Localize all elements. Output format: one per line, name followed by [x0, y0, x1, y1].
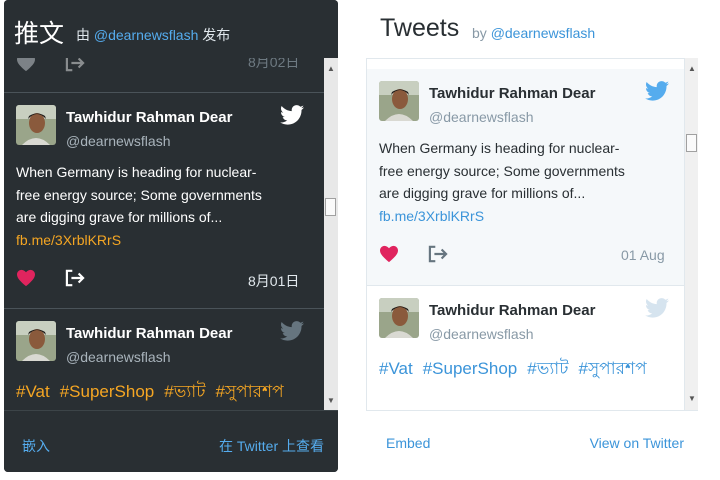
widget-title: Tweets — [380, 14, 460, 42]
tweet-card[interactable]: Tawhidur Rahman Dear @dearnewsflash When… — [367, 69, 684, 285]
tweet-link[interactable]: fb.me/3XrblKRrS — [16, 232, 121, 248]
widget-footer: 嵌入 在 Twitter 上查看 — [4, 410, 338, 472]
tweet-timeline[interactable]: 8月02日 Tawhidur Rahman Dear @dearnewsflas… — [4, 58, 324, 410]
scroll-down-arrow[interactable]: ▼ — [685, 392, 699, 406]
hashtag-link[interactable]: #ভ্যাট — [527, 359, 568, 378]
widget-byline: by @dearnewsflash — [472, 25, 595, 41]
tweet-partial[interactable]: 8月02日 — [4, 58, 324, 92]
hashtag-link[interactable]: #SuperShop — [60, 382, 155, 401]
tweet-date[interactable]: 8月01日 — [248, 271, 299, 291]
widget-title: 推文 — [14, 20, 65, 48]
tweet-text: When Germany is heading for nuclear-free… — [16, 161, 278, 251]
scroll-up-arrow[interactable]: ▲ — [324, 62, 338, 76]
byline-handle-link[interactable]: @dearnewsflash — [94, 27, 199, 43]
tweet-card[interactable]: Tawhidur Rahman Dear @dearnewsflash #Vat… — [367, 285, 684, 410]
heart-icon[interactable] — [16, 58, 36, 72]
author-name[interactable]: Tawhidur Rahman Dear — [429, 302, 595, 319]
twitter-bird-icon[interactable] — [645, 81, 669, 101]
avatar[interactable] — [379, 81, 419, 121]
tweet-hashtags: #Vat #SuperShop #ভ্যাট #সুপারশপ — [16, 379, 294, 407]
scroll-thumb[interactable] — [686, 134, 697, 152]
view-on-twitter-link[interactable]: 在 Twitter 上查看 — [219, 436, 324, 456]
share-icon[interactable] — [64, 269, 86, 287]
embed-link[interactable]: 嵌入 — [22, 436, 50, 456]
twitter-bird-icon[interactable] — [645, 298, 669, 318]
embed-link[interactable]: Embed — [386, 435, 430, 451]
hashtag-link[interactable]: #সুপারশপ — [216, 382, 284, 401]
light-timeline-widget: Tweets by @dearnewsflash Tawhidur Rahman… — [366, 0, 706, 472]
hashtag-link[interactable]: #Vat — [16, 382, 50, 401]
author-screen-name[interactable]: @dearnewsflash — [429, 109, 534, 125]
heart-icon[interactable] — [16, 269, 36, 287]
byline-prefix: by — [472, 25, 487, 41]
hashtag-link[interactable]: #সুপারশপ — [579, 359, 647, 378]
avatar-image — [379, 298, 419, 338]
view-on-twitter-link[interactable]: View on Twitter — [590, 435, 684, 451]
tweet-hashtags: #Vat #SuperShop #ভ্যাট #সুপারশপ — [379, 356, 657, 384]
tweet-card[interactable]: Tawhidur Rahman Dear @dearnewsflash #Vat… — [4, 308, 324, 410]
author-screen-name[interactable]: @dearnewsflash — [429, 326, 534, 342]
author-name[interactable]: Tawhidur Rahman Dear — [66, 325, 232, 342]
heart-icon[interactable] — [379, 245, 399, 263]
tweet-link[interactable]: fb.me/3XrblKRrS — [379, 208, 484, 224]
avatar-image — [16, 321, 56, 361]
author-screen-name[interactable]: @dearnewsflash — [66, 133, 171, 149]
tweet-body: When Germany is heading for nuclear-free… — [379, 140, 625, 201]
tweet-card[interactable]: Tawhidur Rahman Dear @dearnewsflash When… — [4, 92, 324, 308]
widget-byline: 由 @dearnewsflash 发布 — [76, 25, 230, 45]
author-screen-name[interactable]: @dearnewsflash — [66, 349, 171, 365]
share-icon[interactable] — [427, 245, 449, 263]
author-name[interactable]: Tawhidur Rahman Dear — [429, 85, 595, 102]
author-name[interactable]: Tawhidur Rahman Dear — [66, 109, 232, 126]
hashtag-link[interactable]: #SuperShop — [423, 359, 518, 378]
widget-footer: Embed View on Twitter — [366, 410, 698, 472]
dark-timeline-widget: 推文 由 @dearnewsflash 发布 8月02日 Tawhidur Ra… — [4, 0, 338, 472]
twitter-bird-icon[interactable] — [280, 105, 304, 125]
avatar-image — [379, 81, 419, 121]
tweet-date[interactable]: 8月02日 — [248, 58, 299, 72]
widget-header: 推文 由 @dearnewsflash 发布 — [4, 0, 338, 58]
scroll-thumb[interactable] — [325, 198, 336, 216]
hashtag-link[interactable]: #Vat — [379, 359, 413, 378]
scrollbar[interactable]: ▲ ▼ — [684, 58, 698, 410]
avatar[interactable] — [379, 298, 419, 338]
tweet-timeline[interactable]: Tawhidur Rahman Dear @dearnewsflash When… — [366, 58, 684, 410]
share-icon[interactable] — [64, 58, 86, 72]
avatar[interactable] — [16, 321, 56, 361]
byline-handle-link[interactable]: @dearnewsflash — [491, 25, 596, 41]
scrollbar[interactable]: ▲ ▼ — [324, 58, 338, 410]
hashtag-link[interactable]: #ভ্যাট — [164, 382, 205, 401]
byline-prefix: 由 — [76, 27, 90, 43]
scroll-down-arrow[interactable]: ▼ — [324, 394, 338, 408]
avatar[interactable] — [16, 105, 56, 145]
twitter-bird-icon[interactable] — [280, 321, 304, 341]
byline-suffix: 发布 — [202, 27, 231, 43]
scroll-up-arrow[interactable]: ▲ — [685, 62, 699, 76]
tweet-text: When Germany is heading for nuclear-free… — [379, 137, 641, 227]
tweet-date[interactable]: 01 Aug — [621, 247, 665, 263]
widget-header: Tweets by @dearnewsflash — [366, 0, 706, 58]
tweet-body: When Germany is heading for nuclear-free… — [16, 164, 262, 225]
avatar-image — [16, 105, 56, 145]
